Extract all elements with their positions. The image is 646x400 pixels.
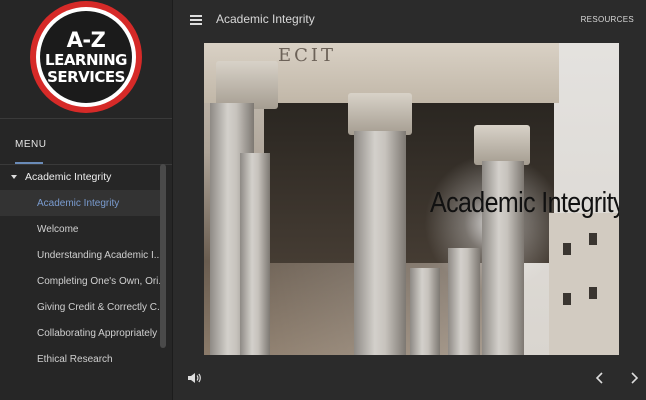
logo-area: A-Z LEARNING SERVICES (0, 0, 172, 118)
page-title: Academic Integrity (216, 12, 315, 26)
nav-item-academic-integrity[interactable]: Academic Integrity (0, 190, 160, 216)
column-capital (348, 93, 412, 135)
inscription: ECIT (278, 45, 337, 66)
nav-section-academic-integrity[interactable]: Academic Integrity (0, 164, 160, 190)
hamburger-icon[interactable] (190, 15, 202, 25)
az-learning-logo: A-Z LEARNING SERVICES (30, 1, 142, 113)
sidebar-scrollbar[interactable] (160, 164, 166, 348)
column (448, 248, 480, 355)
slide-image: ECIT Academic Integrity (204, 43, 619, 355)
logo-line2: LEARNING (45, 50, 127, 69)
nav-item-welcome[interactable]: Welcome (0, 216, 160, 242)
logo-line1: A-Z (66, 27, 106, 52)
menu-tab[interactable]: MENU (0, 119, 172, 164)
menu-tab-label: MENU (15, 139, 47, 150)
nav-item-collaborating[interactable]: Collaborating Appropriately (0, 320, 160, 346)
speaker-icon[interactable] (187, 371, 201, 383)
caret-down-icon (11, 175, 17, 179)
nav-item-understanding[interactable]: Understanding Academic I... (0, 242, 160, 268)
resources-button[interactable]: RESOURCES (581, 15, 634, 24)
chevron-left-icon[interactable] (593, 371, 607, 385)
column (354, 131, 406, 355)
column-capital (474, 125, 530, 165)
column (410, 268, 440, 355)
nav-section-label: Academic Integrity (25, 171, 112, 183)
nav-item-giving-credit[interactable]: Giving Credit & Correctly C... (0, 294, 160, 320)
nav-item-ethical-research[interactable]: Ethical Research (0, 346, 160, 372)
column-capital (216, 61, 278, 109)
column (240, 153, 270, 355)
nav-item-completing-own-work[interactable]: Completing One's Own, Ori... (0, 268, 160, 294)
slide-title: Academic Integrity (430, 186, 619, 220)
sidebar: A-Z LEARNING SERVICES MENU Academic Inte… (0, 0, 173, 400)
chevron-right-icon[interactable] (627, 371, 641, 385)
sidebar-nav: Academic Integrity Academic Integrity We… (0, 164, 160, 372)
background-building (549, 213, 619, 355)
logo-line3: SERVICES (47, 67, 125, 86)
top-bar: Academic Integrity RESOURCES (172, 0, 646, 40)
